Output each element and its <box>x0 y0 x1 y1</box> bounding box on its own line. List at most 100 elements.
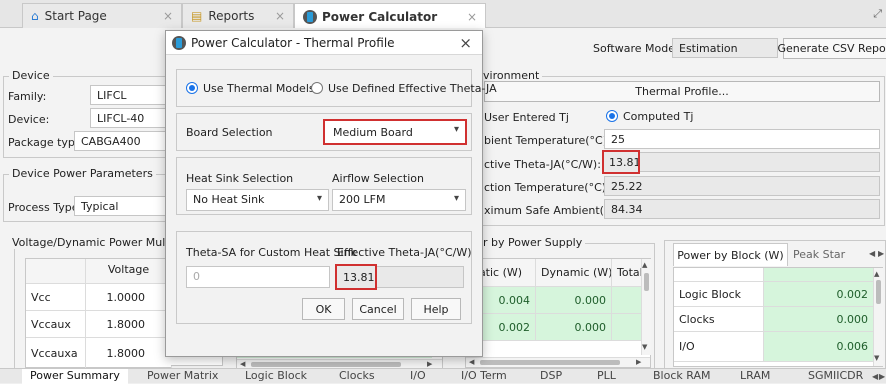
voltage-cell[interactable]: 1.8000 <box>86 338 172 369</box>
tab-dsp[interactable]: DSP <box>540 369 562 384</box>
tab-reports[interactable]: ▤ Reports × <box>182 3 294 28</box>
effective-theta-ja-value: 13.81 <box>602 150 640 174</box>
tab-power-summary[interactable]: Power Summary <box>22 369 128 384</box>
heat-sink-value: No Heat Sink <box>193 193 265 206</box>
restore-icon[interactable]: ⤢ <box>873 7 882 21</box>
airflow-dropdown[interactable]: 200 LFM <box>332 189 466 211</box>
tab-peak-start[interactable]: Peak Star <box>793 243 868 266</box>
voltage-cell[interactable]: 1.0000 <box>86 284 172 311</box>
airflow-selection-label: Airflow Selection <box>332 172 424 185</box>
tab-io[interactable]: I/O <box>410 369 426 384</box>
tab-label: Reports <box>208 9 255 23</box>
heat-sink-dropdown[interactable]: No Heat Sink <box>186 189 329 211</box>
use-thermal-models-radio[interactable]: Use Thermal Models <box>186 82 315 95</box>
tab-power-calculator[interactable]: Power Calculator × <box>294 3 486 29</box>
block-power-cell: 0.000 <box>764 307 874 332</box>
device-group-title: Device <box>9 69 53 82</box>
family-label: Family: <box>8 90 47 103</box>
voltage-header: Voltage <box>86 259 172 284</box>
power-supply-table: atic (W) Dynamic (W) Total 0.004 0.000 0… <box>465 258 651 368</box>
cancel-button[interactable]: Cancel <box>352 298 404 320</box>
voltage-group-title: Voltage/Dynamic Power Multi <box>9 236 176 249</box>
tab-label: Power Calculator <box>322 9 438 24</box>
power-by-block-table: Logic Block 0.002 Clocks 0.000 I/O 0.006… <box>673 267 883 367</box>
table-row-name: Vccauxa <box>26 338 86 369</box>
scroll-left-icon[interactable]: ◀ <box>240 360 245 368</box>
close-icon[interactable]: × <box>459 34 472 52</box>
family-field[interactable]: LIFCL <box>90 85 170 105</box>
scroll-right-icon[interactable]: ▶ <box>636 358 641 366</box>
tab-io-term[interactable]: I/O Term <box>461 369 507 384</box>
tab-power-by-block[interactable]: Power by Block (W) <box>673 243 788 266</box>
scroll-up-icon[interactable]: ▲ <box>642 261 647 269</box>
ok-button[interactable]: OK <box>302 298 345 320</box>
table-row-name: Vccaux <box>26 311 86 338</box>
tab-clocks[interactable]: Clocks <box>339 369 375 384</box>
close-icon[interactable]: × <box>467 10 477 24</box>
package-field[interactable]: CABGA400 <box>74 131 170 151</box>
junction-temperature-value: 25.22 <box>604 176 880 196</box>
scroll-down-icon[interactable]: ▼ <box>874 354 879 362</box>
tab-scroll-left-icon[interactable]: ◀ <box>872 372 878 381</box>
tab-logic-block[interactable]: Logic Block <box>245 369 307 384</box>
theta-sa-input[interactable]: 0 <box>186 266 330 288</box>
max-safe-ambient-value: 84.34 <box>604 199 880 219</box>
heat-sink-selection-label: Heat Sink Selection <box>186 172 294 185</box>
tab-scroll-right-icon[interactable]: ▶ <box>878 249 884 258</box>
report-icon: ▤ <box>191 9 203 23</box>
power-calculator-icon <box>303 9 317 24</box>
ambient-temperature-input[interactable]: 25 <box>604 129 880 149</box>
tab-pll[interactable]: PLL <box>597 369 616 384</box>
theta-sa-label: Theta-SA for Custom Heat Sink <box>186 246 357 259</box>
scroll-down-icon[interactable]: ▼ <box>642 343 647 351</box>
scroll-left-icon[interactable]: ◀ <box>469 358 474 366</box>
close-icon[interactable]: × <box>275 9 285 23</box>
generate-csv-report-button[interactable]: Generate CSV Report <box>777 38 886 59</box>
theta-panel: Theta-SA for Custom Heat Sink Effective … <box>176 231 472 324</box>
use-defined-theta-ja-radio[interactable]: Use Defined Effective Theta-JA <box>311 82 497 95</box>
board-selection-dropdown[interactable]: Medium Board <box>323 119 467 145</box>
vertical-scrollbar[interactable] <box>641 259 651 355</box>
device-label: Device: <box>8 113 50 126</box>
tab-lram[interactable]: LRAM <box>740 369 770 384</box>
dynamic-header: Dynamic (W) <box>536 259 612 287</box>
thermal-profile-button[interactable]: Thermal Profile... <box>484 81 880 102</box>
scroll-up-icon[interactable]: ▲ <box>874 270 879 278</box>
document-tab-bar: ⌂ Start Page × ▤ Reports × Power Calcula… <box>0 0 886 29</box>
tab-block-ram[interactable]: Block RAM <box>653 369 710 384</box>
device-power-group-title: Device Power Parameters <box>9 167 156 180</box>
tab-scroll-left-icon[interactable]: ◀ <box>869 249 875 258</box>
horizontal-scrollbar[interactable] <box>466 357 650 367</box>
thermal-profile-dialog: Power Calculator - Thermal Profile × Use… <box>165 30 497 357</box>
close-icon[interactable]: × <box>163 9 173 23</box>
help-button[interactable]: Help <box>411 298 461 320</box>
voltage-cell[interactable]: 1.8000 <box>86 311 172 338</box>
tab-power-matrix[interactable]: Power Matrix <box>147 369 218 384</box>
radio-selected-icon <box>186 82 198 94</box>
radio-selected-icon <box>606 110 618 122</box>
dialog-title: Power Calculator - Thermal Profile <box>191 35 395 50</box>
effective-theta-ja-label: ctive Theta-JA(°C/W): <box>484 158 601 171</box>
dynamic-cell: 0.000 <box>536 314 612 341</box>
process-type-field[interactable]: Typical <box>74 196 170 216</box>
table-row-name: Clocks <box>674 307 764 332</box>
tab-start-page[interactable]: ⌂ Start Page × <box>22 3 182 28</box>
table-row-name: Vcc <box>26 284 86 311</box>
computed-tj-radio[interactable]: Computed Tj <box>606 110 693 123</box>
scroll-right-icon[interactable]: ▶ <box>427 360 432 368</box>
airflow-value: 200 LFM <box>339 193 386 206</box>
tab-sgmiicdr[interactable]: SGMIICDR <box>808 369 863 384</box>
junction-temperature-label: ction Temperature(°C): <box>484 181 610 194</box>
board-selection-label: Board Selection <box>186 126 273 139</box>
software-mode-label: Software Mode: <box>593 42 679 55</box>
table-row-name: Logic Block <box>674 282 764 307</box>
thermal-model-panel: Use Thermal Models Use Defined Effective… <box>176 69 497 107</box>
home-icon: ⌂ <box>31 9 39 23</box>
tab-scroll-right-icon[interactable]: ▶ <box>879 372 885 381</box>
vertical-scrollbar[interactable] <box>873 268 883 366</box>
power-calculator-icon <box>172 35 186 50</box>
block-power-cell: 0.002 <box>764 282 874 307</box>
user-entered-tj-radio[interactable]: User Entered Tj <box>484 111 569 124</box>
dialog-title-bar: Power Calculator - Thermal Profile × <box>166 31 482 55</box>
device-field[interactable]: LIFCL-40 <box>90 108 170 128</box>
